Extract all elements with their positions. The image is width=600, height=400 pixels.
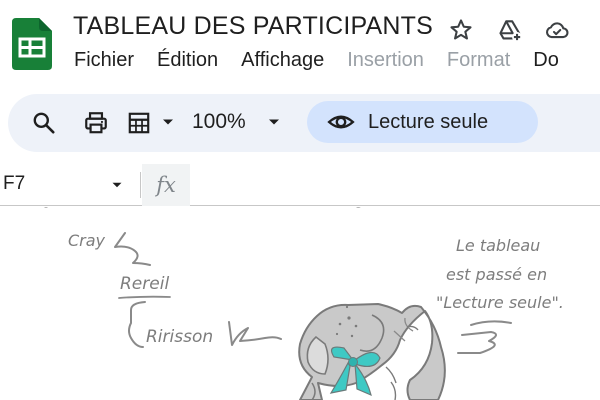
read-only-label: Lecture seule <box>368 110 489 133</box>
name-box[interactable]: F7 <box>3 173 25 195</box>
menu-item-insertion: Insertion <box>347 49 424 71</box>
menu-bar: Fichier Édition Affichage Insertion Form… <box>74 49 582 72</box>
print-icon[interactable] <box>82 109 110 137</box>
formula-bar: F7 fx <box>0 164 600 206</box>
cray-scribble <box>114 232 151 266</box>
toolbar: 100% Lecture seule <box>8 94 600 152</box>
menu-item-format: Format <box>446 49 511 71</box>
zoom-chevron-down-icon[interactable] <box>264 112 284 132</box>
drive-add-icon[interactable] <box>495 15 525 45</box>
rereil-scribble <box>128 301 146 348</box>
table-icon[interactable] <box>125 109 153 137</box>
fx-icon: fx <box>142 164 190 206</box>
zoom-select[interactable]: 100% <box>192 110 246 134</box>
note-scribble <box>457 320 512 354</box>
note-line-1: Le tableau <box>456 236 541 255</box>
note-line-2: est passé en <box>446 265 548 284</box>
sheet-canvas[interactable]: Cray Rereil Ririsson Le tableau est pass… <box>0 207 600 400</box>
menu-item-edition[interactable]: Édition <box>157 49 218 72</box>
cloud-icon[interactable] <box>542 15 572 45</box>
menu-item-affichage[interactable]: Affichage <box>241 49 324 72</box>
note-line-3: "Lecture seule". <box>436 293 564 312</box>
label-rereil: Rereil <box>120 274 170 294</box>
menu-item-donnees[interactable]: Do <box>533 49 559 72</box>
chevron-down-icon[interactable] <box>158 112 178 132</box>
document-title[interactable]: TABLEAU DES PARTICIPANTS <box>73 12 433 41</box>
read-only-mode-button[interactable]: Lecture seule <box>307 101 538 143</box>
label-cray: Cray <box>68 231 106 250</box>
sheets-logo-icon[interactable] <box>12 18 52 70</box>
search-icon[interactable] <box>30 109 58 137</box>
label-ririsson: Ririsson <box>146 327 214 347</box>
ririsson-scribble <box>228 321 282 346</box>
eye-icon <box>327 108 355 136</box>
name-box-chevron-down-icon[interactable] <box>108 176 126 194</box>
star-icon[interactable] <box>446 15 476 45</box>
title-bar: TABLEAU DES PARTICIPANTS Fichier Édition… <box>0 0 600 88</box>
rereil-underline <box>118 295 171 299</box>
menu-item-fichier[interactable]: Fichier <box>74 49 134 72</box>
formula-divider <box>140 172 141 198</box>
